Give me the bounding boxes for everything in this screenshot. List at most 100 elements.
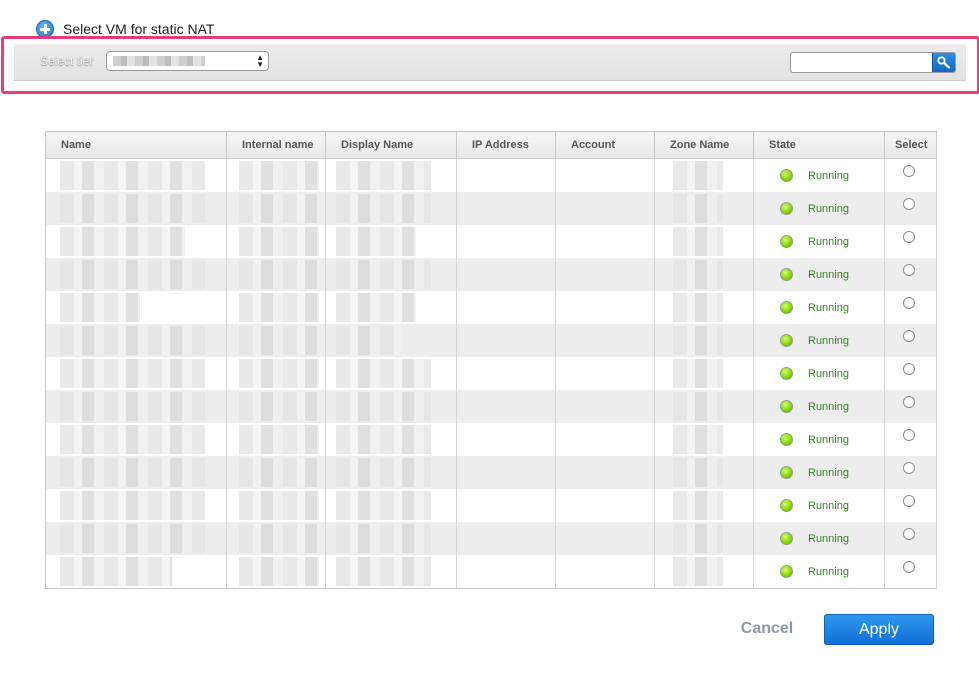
cell-internal-name	[226, 456, 326, 489]
column-header-zone-name[interactable]: Zone Name	[654, 131, 754, 159]
cell-account	[555, 291, 655, 324]
cell-ip-address	[456, 324, 556, 357]
table-row[interactable]: Running	[45, 390, 937, 423]
table-row[interactable]: Running	[45, 456, 937, 489]
cell-name	[45, 158, 227, 192]
obscured-text	[336, 227, 416, 256]
cell-internal-name	[226, 258, 326, 291]
obscured-text	[239, 458, 319, 487]
select-radio[interactable]	[903, 330, 915, 342]
tier-select-value	[113, 56, 205, 66]
cell-display-name	[325, 423, 457, 456]
obscured-text	[336, 557, 431, 586]
obscured-text	[336, 425, 431, 454]
table-row[interactable]: Running	[45, 489, 937, 522]
select-radio[interactable]	[903, 165, 915, 177]
select-radio[interactable]	[903, 495, 915, 507]
state-text: Running	[808, 170, 849, 182]
table-row[interactable]: Running	[45, 423, 937, 456]
obscured-text	[60, 227, 185, 256]
obscured-text	[60, 392, 205, 421]
dialog-title-text: Select VM for static NAT	[63, 21, 215, 37]
search-input[interactable]	[793, 54, 933, 73]
obscured-text	[673, 326, 723, 355]
cell-ip-address	[456, 192, 556, 225]
cell-select	[884, 158, 937, 192]
column-header-select: Select	[884, 131, 937, 159]
column-header-ip-address[interactable]: IP Address	[456, 131, 556, 159]
obscured-text	[673, 458, 723, 487]
select-radio[interactable]	[903, 396, 915, 408]
status-dot-icon	[780, 466, 793, 479]
cell-name	[45, 192, 227, 225]
obscured-text	[673, 524, 723, 553]
cell-display-name	[325, 489, 457, 522]
select-radio[interactable]	[903, 528, 915, 540]
obscured-text	[336, 359, 431, 388]
cell-internal-name	[226, 158, 326, 192]
obscured-text	[239, 161, 319, 190]
cell-internal-name	[226, 291, 326, 324]
table-header-row: Name Internal name Display Name IP Addre…	[45, 131, 937, 159]
obscured-text	[239, 425, 319, 454]
obscured-text	[239, 227, 319, 256]
obscured-text	[673, 227, 723, 256]
cell-display-name	[325, 456, 457, 489]
select-radio[interactable]	[903, 561, 915, 573]
table-row[interactable]: Running	[45, 225, 937, 258]
table-row[interactable]: Running	[45, 158, 937, 192]
table-row[interactable]: Running	[45, 555, 937, 589]
cell-ip-address	[456, 390, 556, 423]
column-header-account[interactable]: Account	[555, 131, 655, 159]
cell-name	[45, 522, 227, 555]
column-header-display-name[interactable]: Display Name	[325, 131, 457, 159]
cell-zone-name	[654, 192, 754, 225]
cell-account	[555, 258, 655, 291]
cell-internal-name	[226, 225, 326, 258]
cell-ip-address	[456, 225, 556, 258]
status-dot-icon	[780, 499, 793, 512]
search-button[interactable]	[932, 53, 955, 72]
column-header-name[interactable]: Name	[45, 131, 227, 159]
table-row[interactable]: Running	[45, 357, 937, 390]
obscured-text	[673, 557, 723, 586]
obscured-text	[673, 260, 723, 289]
tier-select[interactable]: ▲ ▼	[106, 51, 269, 71]
table-row[interactable]: Running	[45, 324, 937, 357]
cell-zone-name	[654, 489, 754, 522]
select-radio[interactable]	[903, 297, 915, 309]
cell-name	[45, 555, 227, 589]
apply-button[interactable]: Apply	[824, 614, 934, 645]
obscured-text	[336, 161, 431, 190]
select-radio[interactable]	[903, 264, 915, 276]
cell-account	[555, 390, 655, 423]
cell-select	[884, 324, 937, 357]
table-row[interactable]: Running	[45, 291, 937, 324]
search-icon	[937, 56, 951, 69]
cell-account	[555, 357, 655, 390]
select-radio[interactable]	[903, 198, 915, 210]
column-header-internal-name[interactable]: Internal name	[226, 131, 326, 159]
cell-select	[884, 258, 937, 291]
cancel-button[interactable]: Cancel	[732, 617, 802, 641]
obscured-text	[673, 425, 723, 454]
column-header-state[interactable]: State	[753, 131, 885, 159]
select-radio[interactable]	[903, 363, 915, 375]
table-row[interactable]: Running	[45, 192, 937, 225]
cell-select	[884, 489, 937, 522]
cell-display-name	[325, 291, 457, 324]
table-row[interactable]: Running	[45, 522, 937, 555]
cell-select	[884, 522, 937, 555]
table-row[interactable]: Running	[45, 258, 937, 291]
select-radio[interactable]	[903, 231, 915, 243]
obscured-text	[60, 458, 205, 487]
cell-select	[884, 555, 937, 589]
obscured-text	[60, 293, 140, 322]
select-radio[interactable]	[903, 429, 915, 441]
cell-name	[45, 423, 227, 456]
select-radio[interactable]	[903, 462, 915, 474]
cell-ip-address	[456, 291, 556, 324]
obscured-text	[60, 260, 205, 289]
cell-select	[884, 357, 937, 390]
cell-display-name	[325, 357, 457, 390]
